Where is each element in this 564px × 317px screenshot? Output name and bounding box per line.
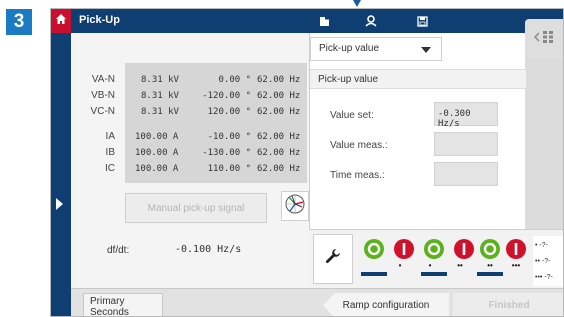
dfdt-label: df/dt:	[107, 245, 130, 256]
save-icon[interactable]	[415, 14, 429, 28]
dropdown-selected: Pick-up value	[319, 43, 380, 54]
seconds-label: Seconds	[90, 307, 129, 317]
row-magnitude: 8.31 kV	[141, 107, 179, 117]
page-title: Pick-Up	[79, 14, 120, 26]
value-meas-label: Value meas.:	[330, 140, 388, 151]
led-indicator: •••	[503, 238, 546, 284]
value-set-label: Value set:	[330, 110, 374, 121]
led-indicator: •	[361, 238, 401, 284]
led-indicator: •	[391, 238, 431, 284]
row-frequency: 62.00 Hz	[257, 164, 301, 174]
led-bar	[421, 272, 447, 276]
grid-nav-icon	[533, 29, 556, 50]
legend-row: •• -?-	[535, 258, 551, 265]
row-angle: -10.00 °	[207, 132, 251, 142]
legend-row: • -?-	[535, 242, 548, 249]
phasor-diagram-button[interactable]	[281, 191, 309, 221]
row-angle: 0.00 °	[218, 75, 251, 85]
primary-label: Primary	[90, 296, 125, 307]
row-label: VB-N	[91, 90, 115, 101]
led-bar	[477, 272, 503, 276]
right-nav-tab[interactable]	[525, 19, 563, 59]
row-magnitude: 100.00 A	[135, 164, 179, 174]
row-magnitude: 8.31 kV	[141, 91, 179, 101]
pickup-settings-panel: Pick-up value Pick-up value Value set: -…	[309, 33, 526, 229]
expand-arrow-icon[interactable]	[56, 198, 63, 210]
wrench-icon	[324, 248, 342, 271]
dfdt-value: -0.100 Hz/s	[175, 244, 242, 255]
home-button[interactable]	[51, 9, 71, 33]
title-bar: Pick-Up	[51, 9, 563, 33]
status-panel: • • •• •• ••• ••• • -?- •• -?- •••	[309, 229, 563, 288]
led-bar	[361, 272, 387, 276]
phasor-diagram-icon	[284, 193, 306, 220]
led-indicator: ••	[421, 238, 463, 284]
ramp-configuration-button[interactable]: Ramp configuration	[323, 293, 449, 316]
row-angle: 120.00 °	[207, 107, 251, 117]
row-angle: -130.00 °	[202, 148, 251, 158]
folder-icon[interactable]	[317, 14, 331, 28]
primary-seconds-toggle[interactable]: Primary Seconds	[83, 293, 163, 317]
legend-row: ••• -?-	[535, 274, 553, 281]
step-number-badge: 3	[6, 9, 32, 35]
bottom-toolbar: Primary Seconds Ramp configuration Finis…	[71, 288, 563, 317]
led-indicator: ••	[451, 238, 493, 284]
row-label: IA	[105, 131, 115, 142]
row-label: IC	[105, 163, 115, 174]
value-set-field[interactable]: -0.300 Hz/s	[434, 102, 498, 129]
chevron-down-icon	[421, 47, 431, 53]
row-label: VC-N	[90, 106, 115, 117]
side-nav-strip[interactable]	[51, 33, 71, 316]
row-magnitude: 100.00 A	[135, 148, 179, 158]
row-frequency: 62.00 Hz	[257, 148, 301, 158]
row-magnitude: 8.31 kV	[141, 75, 179, 85]
led-indicator: •••	[477, 238, 520, 284]
time-meas-label: Time meas.:	[330, 170, 385, 181]
user-icon[interactable]	[364, 14, 378, 28]
manual-pickup-button[interactable]: Manual pick-up signal	[125, 193, 267, 223]
row-label: IB	[105, 147, 115, 158]
pointer-marker	[353, 0, 361, 7]
row-angle: 110.00 °	[207, 164, 251, 174]
row-label: VA-N	[91, 74, 115, 85]
pickup-mode-dropdown[interactable]: Pick-up value	[310, 37, 442, 61]
home-icon	[55, 12, 67, 30]
row-frequency: 62.00 Hz	[257, 107, 301, 117]
led-legend: • -?- •• -?- ••• -?-	[533, 236, 563, 286]
finished-button[interactable]: Finished	[453, 293, 563, 316]
measurement-panel: VA-N 8.31 kV 0.00 ° 62.00 Hz VB-N 8.31 k…	[71, 33, 309, 288]
section-header: Pick-up value	[310, 69, 526, 89]
row-magnitude: 100.00 A	[135, 132, 179, 142]
row-frequency: 62.00 Hz	[257, 132, 301, 142]
row-frequency: 62.00 Hz	[257, 75, 301, 85]
settings-wrench-button[interactable]	[313, 234, 353, 284]
device-window: Pick-Up VA-N 8.31 kV 0.00 ° 62.00 Hz VB-…	[50, 8, 564, 317]
value-meas-field	[434, 132, 498, 156]
time-meas-field	[434, 162, 498, 186]
row-angle: -120.00 °	[202, 91, 251, 101]
row-frequency: 62.00 Hz	[257, 91, 301, 101]
